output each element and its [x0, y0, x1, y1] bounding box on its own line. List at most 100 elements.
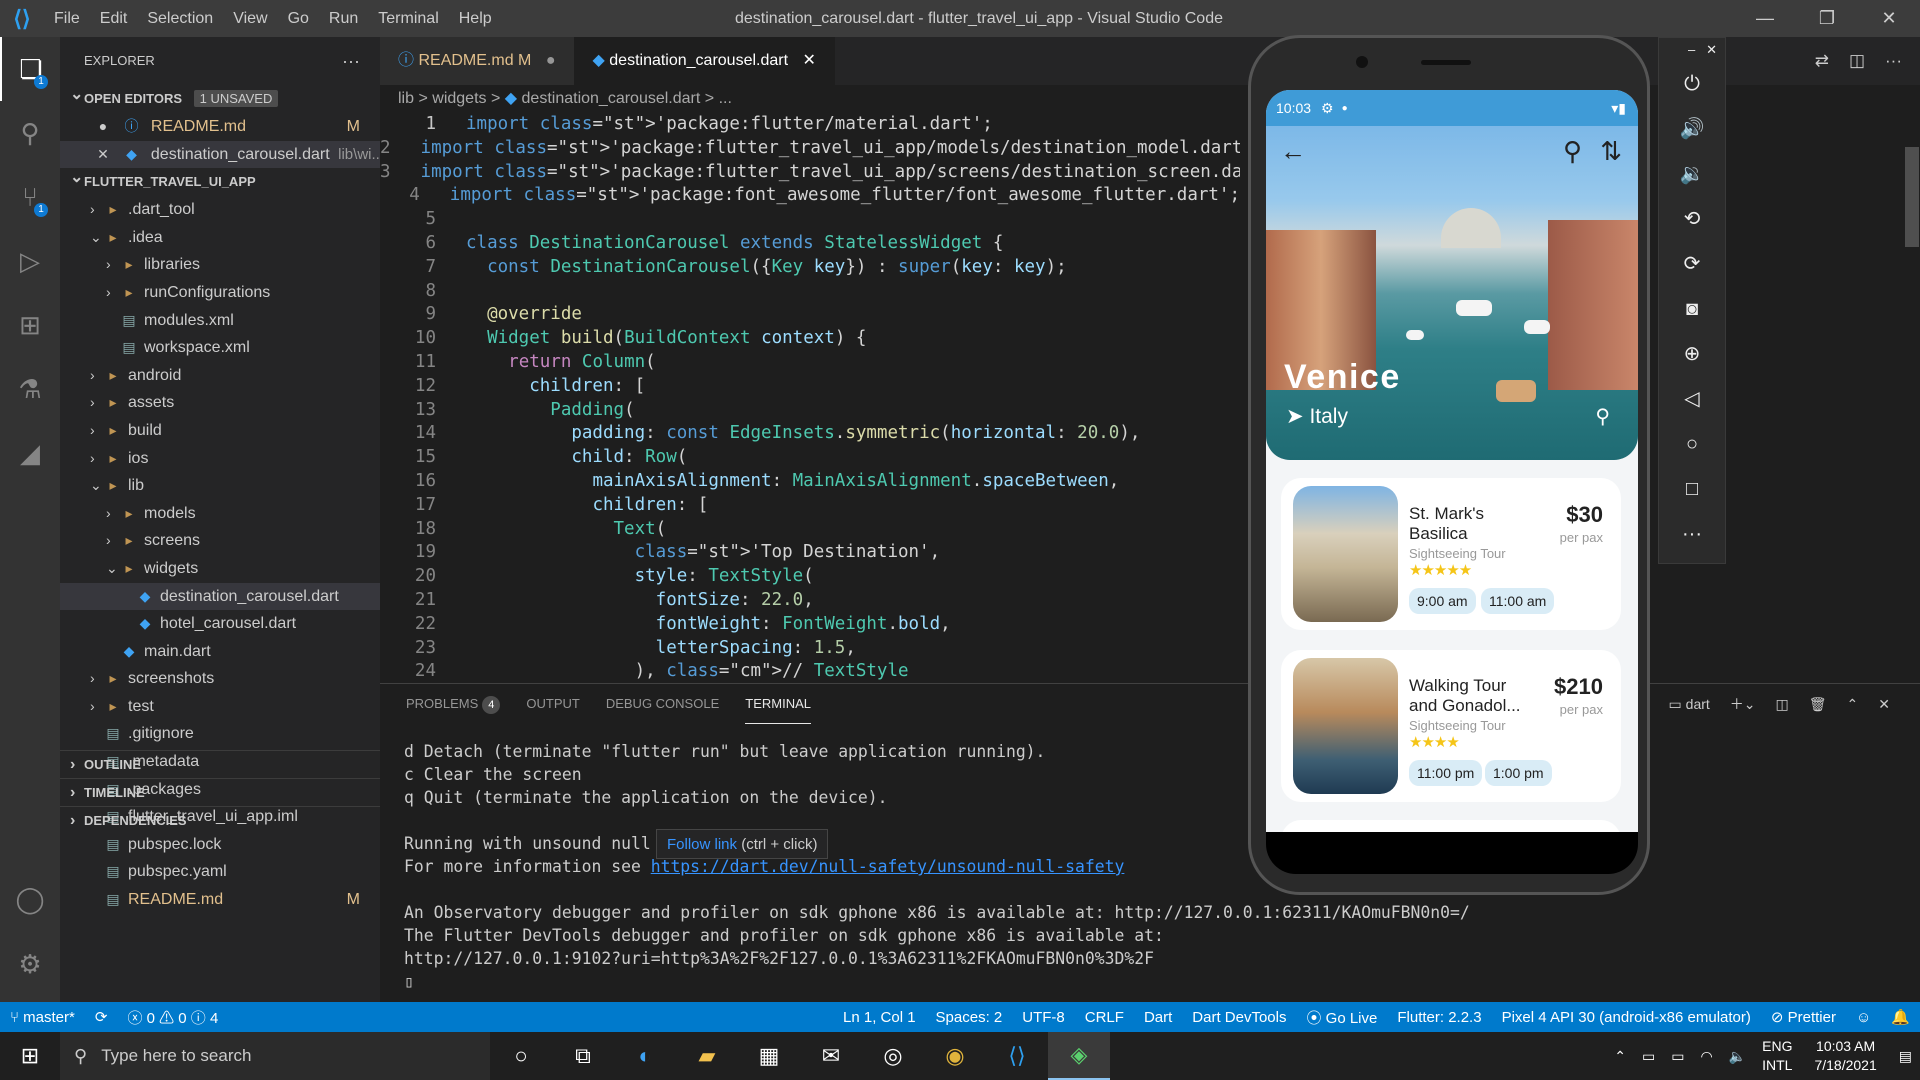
tree-item[interactable]: › ▸ runConfigurations [60, 279, 380, 307]
activity-card[interactable]: St. Mark's Basilica $30 per pax Sightsee… [1281, 478, 1621, 630]
split-terminal-icon[interactable]: ◫ [1776, 696, 1789, 713]
menu-help[interactable]: Help [449, 0, 502, 37]
settings-gear-icon[interactable]: ⚙ [0, 932, 60, 996]
kill-terminal-icon[interactable]: 🗑 [1809, 696, 1827, 713]
tab-destination-carousel[interactable]: ◆ destination_carousel.dart ✕ [574, 37, 835, 85]
chrome-icon[interactable]: ◉ [924, 1032, 986, 1080]
open-editor-destination-carousel[interactable]: ✕ ◆ destination_carousel.dart lib\wi... [60, 140, 380, 169]
tree-item[interactable]: ▤ workspace.xml [60, 334, 380, 362]
wifi-icon[interactable]: ◠ [1700, 1048, 1712, 1065]
device-selector[interactable]: Pixel 4 API 30 (android-x86 emulator) [1502, 1009, 1751, 1026]
phone-screen[interactable]: 10:03 ⚙ ● ▾▮ ← ⚲ ⇅ Venice ➤ Italy ⚲ St. … [1266, 90, 1638, 832]
split-editor-icon[interactable]: ◫ [1849, 37, 1865, 85]
timeline-section[interactable]: TIMELINE [60, 778, 380, 807]
map-pin-icon[interactable]: ⚲ [1595, 404, 1610, 429]
tab-readme[interactable]: ⓘ README.md M ● [380, 37, 575, 85]
flutter-icon[interactable]: ◢ [0, 421, 60, 485]
sort-icon[interactable]: ⇅ [1600, 136, 1622, 167]
tab-debug-console[interactable]: DEBUG CONSOLE [606, 684, 719, 724]
activity-card-partial[interactable] [1281, 820, 1621, 832]
tree-item[interactable]: ▤ pubspec.yaml [60, 858, 380, 886]
tree-item[interactable]: › ▸ models [60, 500, 380, 528]
extensions-icon[interactable]: ⊞ [0, 293, 60, 357]
tree-item[interactable]: › ▸ .dart_tool [60, 196, 380, 224]
menu-terminal[interactable]: Terminal [368, 0, 448, 37]
time-chip[interactable]: 1:00 pm [1485, 760, 1552, 786]
tree-item[interactable]: › ▸ libraries [60, 251, 380, 279]
editor-more-icon[interactable]: ··· [1885, 37, 1902, 85]
problems-summary[interactable]: ⓧ 0 ⚠ 0 ⓘ 4 [127, 1007, 218, 1028]
tree-item[interactable]: › ▸ build [60, 417, 380, 445]
tree-item[interactable]: ▤ .gitignore [60, 720, 380, 748]
maximize-panel-icon[interactable]: ⌃ [1847, 696, 1859, 713]
close-tab-icon[interactable]: ✕ [803, 52, 816, 69]
volume-icon[interactable]: 🔈 [1729, 1048, 1746, 1065]
volume-down-icon[interactable]: 🔉 [1659, 152, 1725, 197]
tree-item[interactable]: ▤ modules.xml [60, 307, 380, 335]
tab-terminal[interactable]: TERMINAL [745, 684, 811, 724]
tree-item[interactable]: › ▸ screens [60, 527, 380, 555]
tab-output[interactable]: OUTPUT [526, 684, 579, 724]
dell-icon[interactable]: ◎ [862, 1032, 924, 1080]
menu-file[interactable]: File [44, 0, 90, 37]
battery-icon[interactable]: ▭ [1671, 1048, 1684, 1065]
tree-item[interactable]: ⌄ ▸ lib [60, 472, 380, 500]
go-live[interactable]: ⦿ Go Live [1306, 1007, 1377, 1028]
line-ending[interactable]: CRLF [1085, 1009, 1124, 1026]
dependencies-section[interactable]: DEPENDENCIES [60, 806, 380, 835]
tab-problems[interactable]: PROBLEMS 4 [406, 684, 501, 724]
minimize-button[interactable]: — [1734, 0, 1796, 37]
sync-icon[interactable]: ⟳ [95, 1008, 108, 1026]
crumb-widgets[interactable]: widgets [432, 90, 486, 107]
time-chip[interactable]: 11:00 pm [1409, 760, 1483, 786]
tree-item[interactable]: › ▸ screenshots [60, 665, 380, 693]
source-control-icon[interactable]: ⑂ 1 [0, 165, 60, 229]
tree-item[interactable]: › ▸ test [60, 693, 380, 721]
taskbar-search[interactable]: ⚲ Type here to search [60, 1032, 490, 1080]
tree-item[interactable]: ◆ main.dart [60, 638, 380, 666]
windows-start-icon[interactable]: ⊞ [0, 1032, 60, 1080]
open-editor-readme[interactable]: ● ⓘ README.md M [60, 113, 380, 141]
overview-icon[interactable]: □ [1659, 467, 1725, 512]
emulator-minimize-icon[interactable]: – [1688, 42, 1695, 57]
prettier[interactable]: ⊘ Prettier [1771, 1008, 1836, 1026]
vscode-taskbar-icon[interactable]: ⟨⟩ [986, 1032, 1048, 1080]
microsoft-store-icon[interactable]: ▦ [738, 1032, 800, 1080]
zoom-icon[interactable]: ⊕ [1659, 332, 1725, 377]
feedback-icon[interactable]: ☺ [1856, 1009, 1871, 1026]
edge-browser-icon[interactable]: ◐ [614, 1032, 676, 1080]
menu-selection[interactable]: Selection [137, 0, 223, 37]
dart-devtools[interactable]: Dart DevTools [1192, 1009, 1286, 1026]
new-terminal-icon[interactable]: ＋⌄ [1730, 694, 1756, 714]
language-mode[interactable]: Dart [1144, 1009, 1172, 1026]
time-chip[interactable]: 9:00 am [1409, 588, 1476, 614]
restore-button[interactable]: ❐ [1796, 0, 1858, 37]
clock[interactable]: 10:03 AM 7/18/2021 [1814, 1037, 1876, 1075]
testing-icon[interactable]: ⚗ [0, 357, 60, 421]
input-language[interactable]: ENG INTL [1762, 1037, 1792, 1075]
tree-item[interactable]: ⌄ ▸ widgets [60, 555, 380, 583]
cursor-position[interactable]: Ln 1, Col 1 [843, 1009, 916, 1026]
tray-chevron-icon[interactable]: ⌃ [1614, 1048, 1626, 1065]
encoding[interactable]: UTF-8 [1022, 1009, 1065, 1026]
tree-item[interactable]: › ▸ assets [60, 389, 380, 417]
git-branch[interactable]: ⑂ master* [10, 1009, 75, 1026]
account-icon[interactable]: ◯ [0, 867, 60, 931]
more-icon[interactable]: ··· [1659, 512, 1725, 557]
more-actions-icon[interactable]: ··· [342, 37, 360, 85]
volume-up-icon[interactable]: 🔊 [1659, 107, 1725, 152]
project-section[interactable]: FLUTTER_TRAVEL_UI_APP [60, 164, 380, 196]
tree-item[interactable]: ⌄ ▸ .idea [60, 224, 380, 252]
menu-view[interactable]: View [223, 0, 277, 37]
android-studio-icon[interactable]: ◈ [1048, 1032, 1110, 1080]
power-icon[interactable]: ⏻ [1659, 62, 1725, 107]
rotate-right-icon[interactable]: ⟳ [1659, 242, 1725, 287]
close-icon[interactable]: ✕ [94, 141, 112, 169]
back-arrow-icon[interactable]: ← [1280, 136, 1306, 167]
screenshot-camera-icon[interactable]: ◙ [1659, 287, 1725, 332]
home-icon[interactable]: ○ [1659, 422, 1725, 467]
indentation[interactable]: Spaces: 2 [936, 1009, 1003, 1026]
unsaved-dot-icon[interactable]: ● [546, 52, 556, 69]
close-panel-icon[interactable]: ✕ [1878, 696, 1890, 713]
emulator-close-icon[interactable]: ✕ [1706, 42, 1717, 57]
